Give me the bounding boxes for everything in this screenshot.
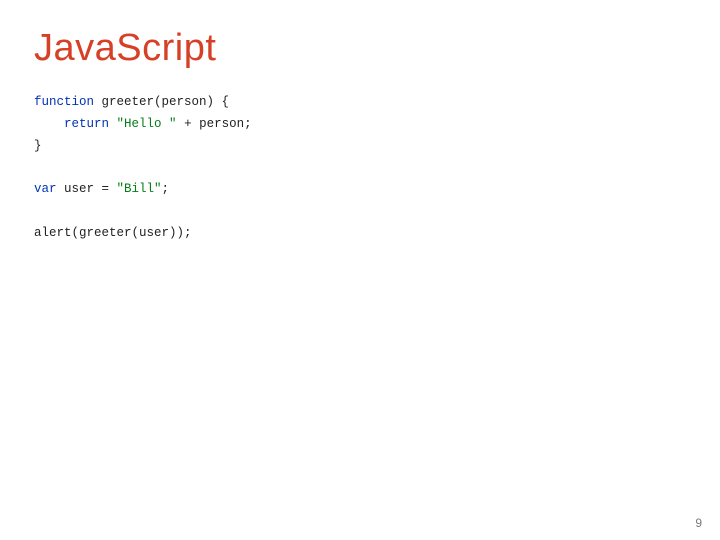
keyword-function: function (34, 95, 94, 109)
code-block: function greeter(person) { return "Hello… (34, 92, 686, 245)
code-text: alert(greeter(user)); (34, 226, 192, 240)
code-text: + person; (177, 117, 252, 131)
slide-title: JavaScript (34, 28, 686, 70)
code-text: ; (162, 182, 170, 196)
keyword-return: return (64, 117, 109, 131)
keyword-var: var (34, 182, 57, 196)
code-text: } (34, 139, 42, 153)
code-indent (34, 117, 64, 131)
string-hello: "Hello " (117, 117, 177, 131)
code-text: greeter(person) { (94, 95, 229, 109)
string-bill: "Bill" (117, 182, 162, 196)
slide: JavaScript function greeter(person) { re… (0, 0, 720, 540)
code-space (109, 117, 117, 131)
code-text: user = (57, 182, 117, 196)
page-number: 9 (695, 516, 702, 530)
